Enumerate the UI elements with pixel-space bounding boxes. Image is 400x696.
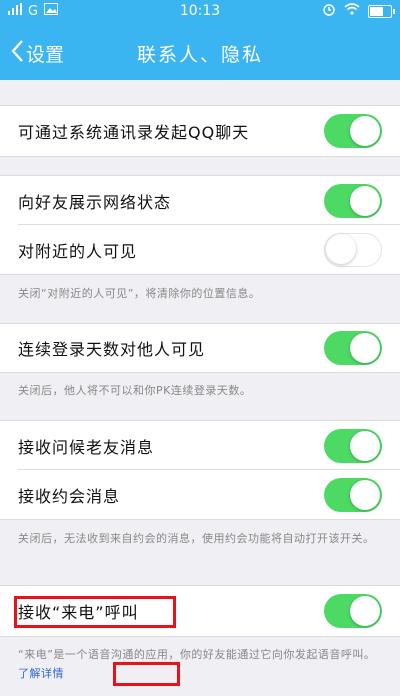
toggle-knob	[350, 596, 380, 626]
row-nearby-visible: 对附近的人可见	[0, 225, 400, 275]
toggle-knob	[326, 234, 356, 264]
toggle-knob	[350, 185, 380, 216]
row-label: 连续登录天数对他人可见	[18, 340, 206, 359]
row-qq-chat: 可通过系统通讯录发起QQ聊天	[0, 105, 400, 157]
toggle-knob	[350, 430, 380, 461]
status-right	[322, 2, 395, 20]
call-note-text: “来电”是一个语音沟通的应用，你的好友能通过它向你发起语音呼叫。	[18, 648, 376, 661]
call-toggle[interactable]	[324, 594, 382, 628]
network-status-toggle[interactable]	[324, 183, 382, 218]
qq-chat-toggle[interactable]	[324, 114, 382, 148]
alarm-icon	[322, 2, 336, 20]
row-greet-friends: 接收问候老友消息	[0, 420, 400, 470]
dating-note: 关闭后，无法收到来自约会的消息，使用约会功能将自动打开该开关。	[18, 532, 375, 545]
page-title: 联系人、隐私	[136, 44, 263, 66]
row-label: 可通过系统通讯录发起QQ聊天	[18, 123, 250, 142]
toggle-knob	[350, 116, 380, 146]
wifi-icon	[344, 3, 360, 19]
row-label: 接收问候老友消息	[18, 437, 155, 457]
nav-bar: 设置 联系人、隐私	[0, 24, 400, 80]
toggle-knob	[350, 333, 380, 363]
login-days-toggle[interactable]	[324, 331, 382, 365]
status-bar: G 10:13	[0, 0, 400, 24]
nearby-note: 关闭“对附近的人可见”，将清除你的位置信息。	[18, 287, 261, 300]
nearby-visible-toggle[interactable]	[324, 232, 382, 267]
battery-icon	[368, 4, 395, 18]
row-network-status: 向好友展示网络状态	[0, 175, 400, 225]
call-note: “来电”是一个语音沟通的应用，你的好友能通过它向你发起语音呼叫。了解详情	[18, 645, 384, 683]
dating-toggle[interactable]	[324, 477, 382, 512]
row-label: 接收约会消息	[18, 486, 121, 506]
greet-friends-toggle[interactable]	[324, 428, 382, 463]
row-label: 向好友展示网络状态	[18, 192, 172, 212]
learn-more-link[interactable]: 了解详情	[18, 667, 64, 680]
highlight-box-call	[14, 596, 176, 628]
row-label: 对附近的人可见	[18, 241, 138, 261]
row-dating: 接收约会消息	[0, 470, 400, 520]
highlight-box-link	[113, 662, 180, 686]
login-days-note: 关闭后，他人将不可以和你PK连续登录天数。	[18, 384, 252, 397]
row-login-days: 连续登录天数对他人可见	[0, 323, 400, 373]
toggle-knob	[350, 479, 380, 510]
